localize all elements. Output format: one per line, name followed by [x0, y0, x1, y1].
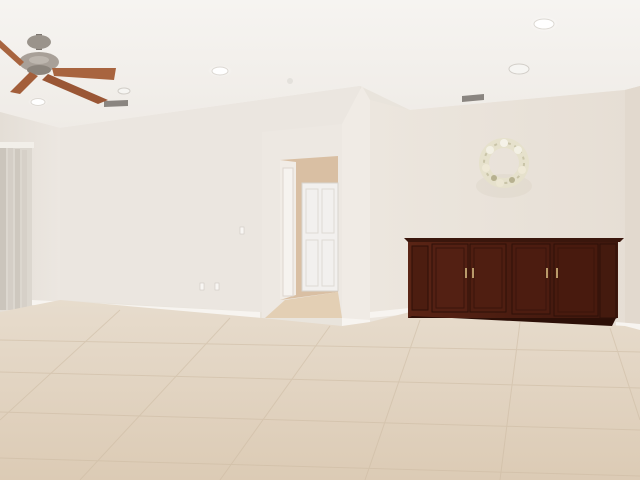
hallway-door [301, 182, 339, 292]
vertical-blinds-icon [0, 142, 34, 310]
dark-wood-cabinet [404, 238, 624, 326]
wall-pillar [342, 86, 370, 326]
room-photo [0, 0, 640, 480]
tile-floor [0, 300, 640, 480]
right-wall-corner [625, 86, 640, 330]
